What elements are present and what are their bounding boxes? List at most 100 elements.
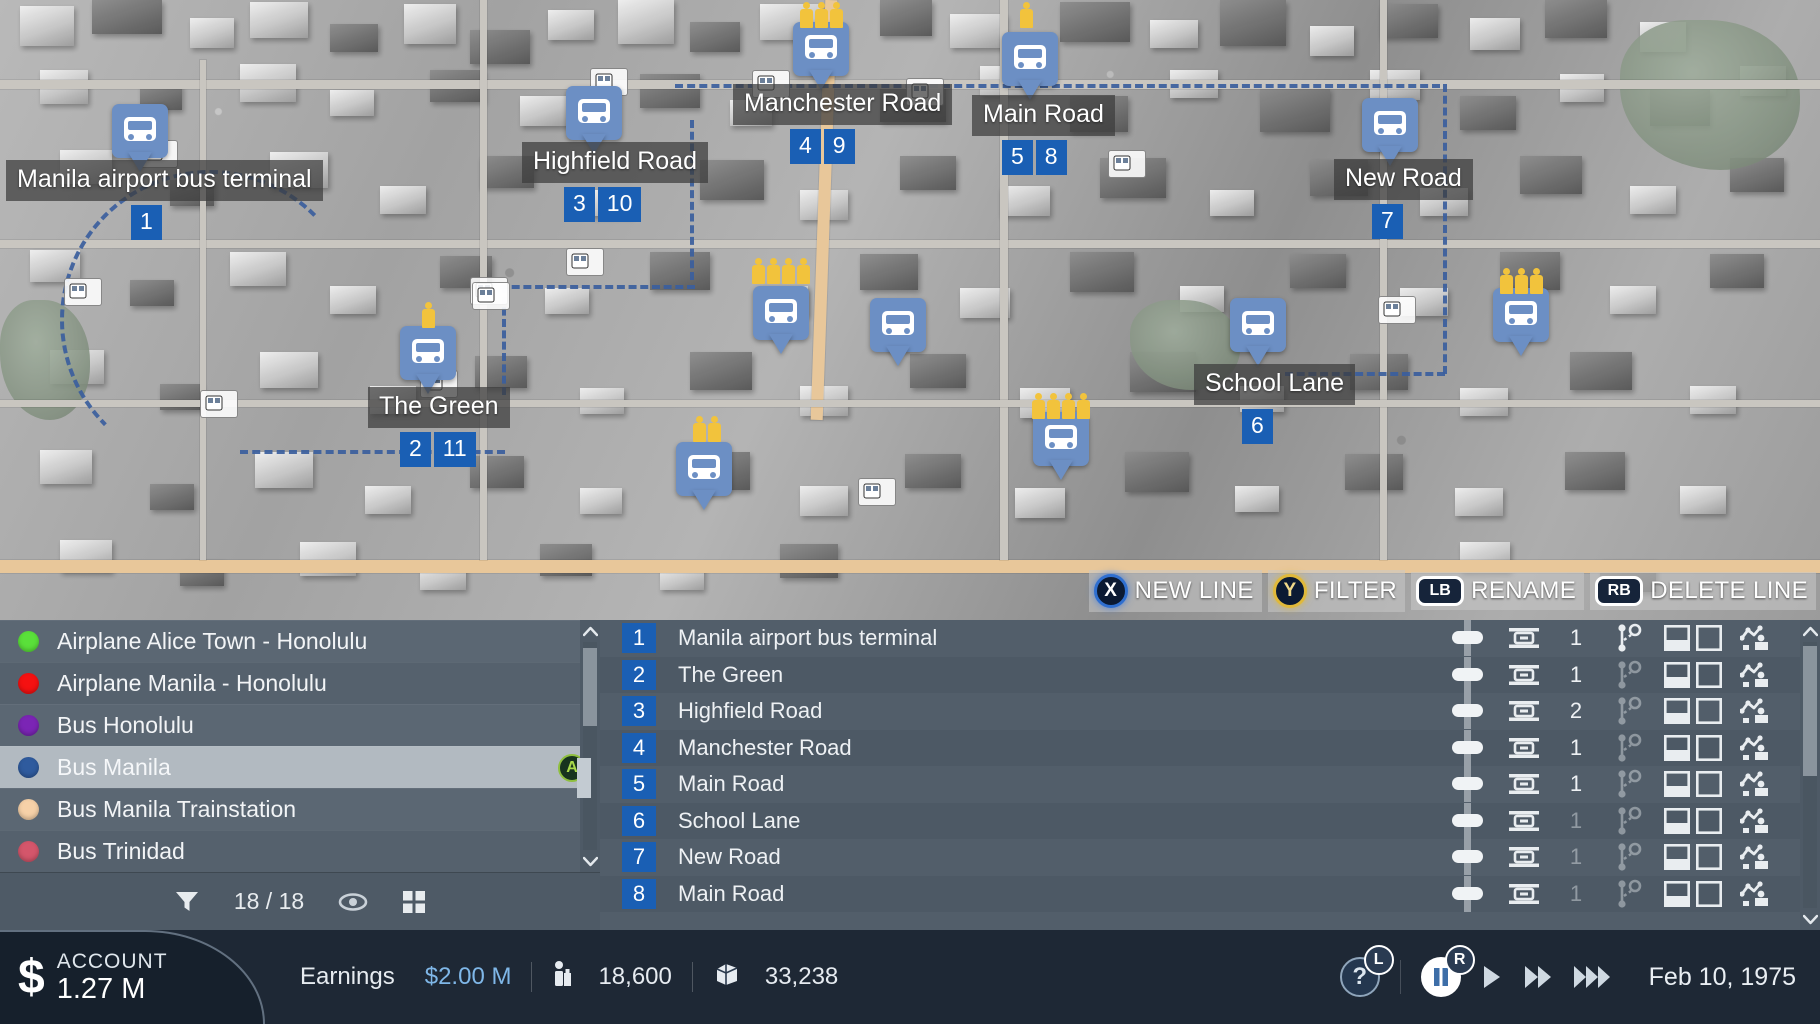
stops-scrollbar[interactable]	[1800, 620, 1820, 930]
passenger-waiting-icon[interactable]	[1730, 735, 1780, 761]
platform-icon[interactable]	[1498, 844, 1550, 870]
position-slider[interactable]	[1436, 729, 1498, 766]
route-branch-icon[interactable]	[1602, 623, 1656, 653]
stop-marker-small[interactable]	[858, 478, 896, 506]
lines-scroll-area[interactable]: Airplane Alice Town - Honolulu Airplane …	[0, 620, 600, 872]
passenger-waiting-icon[interactable]	[1730, 808, 1780, 834]
hint-new-line[interactable]: X NEW LINE	[1088, 570, 1262, 612]
map-stop-label-highfield-road[interactable]: Highfield Road 3 10	[522, 142, 708, 222]
toggle-box-filled[interactable]	[1664, 844, 1690, 871]
map-label-number[interactable]: 3	[564, 187, 595, 222]
hint-filter[interactable]: Y FILTER	[1267, 570, 1406, 612]
passenger-waiting-icon[interactable]	[1730, 662, 1780, 688]
scrollbar-thumb[interactable]	[583, 648, 597, 726]
platform-icon[interactable]	[1498, 662, 1550, 688]
route-branch-icon[interactable]	[1602, 733, 1656, 763]
map-label-number[interactable]: 9	[823, 129, 855, 164]
stop-marker-small[interactable]	[1378, 296, 1416, 324]
table-row[interactable]: 5 Main Road 1	[600, 766, 1820, 803]
line-stops-panel[interactable]: 1 Manila airport bus terminal 1 2 The Gr…	[600, 620, 1820, 930]
passenger-waiting-icon[interactable]	[1730, 881, 1780, 907]
route-branch-icon[interactable]	[1602, 879, 1656, 909]
map-stop-label-manchester-road[interactable]: Manchester Road 4 9	[733, 84, 953, 164]
stop-marker-small[interactable]	[472, 282, 510, 310]
city-map[interactable]: Manila airport bus terminal 1 Highfield …	[0, 0, 1820, 620]
table-row[interactable]: 2 The Green 1	[600, 656, 1820, 693]
table-row[interactable]: 7 New Road 1	[600, 839, 1820, 876]
route-branch-icon[interactable]	[1602, 842, 1656, 872]
map-label-number[interactable]: 10	[597, 187, 642, 222]
toggle-box-filled[interactable]	[1664, 771, 1690, 798]
pause-button[interactable]: R	[1420, 945, 1475, 997]
map-stop-label-the-green[interactable]: The Green 2 11	[368, 387, 510, 467]
scrollbar-track[interactable]	[1803, 642, 1817, 908]
route-branch-icon[interactable]	[1602, 660, 1656, 690]
list-item-selected[interactable]: Bus Manila A	[0, 746, 600, 788]
platform-icon[interactable]	[1498, 735, 1550, 761]
toggle-box-empty[interactable]	[1696, 734, 1722, 761]
passenger-waiting-icon[interactable]	[1730, 771, 1780, 797]
stop-marker-small[interactable]	[64, 278, 102, 306]
toggle-box-filled[interactable]	[1664, 880, 1690, 907]
map-stop-label-main-road[interactable]: Main Road 5 8	[972, 95, 1115, 175]
list-item[interactable]: Airplane Alice Town - Honolulu	[0, 620, 600, 662]
bus-stop-pin[interactable]	[1002, 32, 1058, 100]
map-label-number[interactable]: 4	[790, 129, 821, 164]
map-label-number[interactable]: 5	[1002, 140, 1033, 175]
help-button[interactable]: ? L	[1339, 945, 1394, 997]
route-branch-icon[interactable]	[1602, 769, 1656, 799]
toggle-box-empty[interactable]	[1696, 698, 1722, 725]
scrollbar-thumb[interactable]	[1803, 646, 1817, 776]
map-stop-label-school-lane[interactable]: School Lane 6	[1194, 364, 1356, 444]
map-stop-label-manila-airport-bus-terminal[interactable]: Manila airport bus terminal 1	[6, 160, 323, 240]
position-slider[interactable]	[1436, 875, 1498, 912]
toggle-box-empty[interactable]	[1696, 880, 1722, 907]
list-item[interactable]: Bus Manila Trainstation	[0, 788, 600, 830]
platform-icon[interactable]	[1498, 698, 1550, 724]
hint-delete-line[interactable]: RB DELETE LINE	[1590, 572, 1816, 610]
platform-icon[interactable]	[1498, 808, 1550, 834]
toggle-box-filled[interactable]	[1664, 698, 1690, 725]
toggle-box-filled[interactable]	[1664, 807, 1690, 834]
scrollbar-track[interactable]	[577, 642, 597, 850]
fast-forward-button[interactable]	[1523, 965, 1553, 989]
platform-icon[interactable]	[1498, 625, 1550, 651]
platform-icon[interactable]	[1498, 771, 1550, 797]
toggle-box-empty[interactable]	[1696, 807, 1722, 834]
bus-stop-pin[interactable]	[753, 286, 809, 354]
position-slider[interactable]	[1436, 839, 1498, 876]
bus-stop-pin[interactable]	[400, 326, 456, 394]
scrollbar-thumb-secondary[interactable]	[577, 758, 591, 798]
bus-stop-pin[interactable]	[870, 298, 926, 366]
map-label-number[interactable]: 8	[1035, 140, 1067, 175]
position-slider[interactable]	[1436, 656, 1498, 693]
route-branch-icon[interactable]	[1602, 806, 1656, 836]
position-slider[interactable]	[1436, 766, 1498, 803]
bus-stop-pin[interactable]	[676, 442, 732, 510]
map-label-number[interactable]: 1	[131, 205, 162, 240]
toggle-box-empty[interactable]	[1696, 661, 1722, 688]
table-row-partial[interactable]: 8 Main Road 1	[600, 875, 1820, 912]
toggle-box-filled[interactable]	[1664, 625, 1690, 652]
table-row[interactable]: 6 School Lane 1	[600, 802, 1820, 839]
map-label-number[interactable]: 7	[1372, 204, 1403, 239]
map-label-number[interactable]: 6	[1242, 409, 1273, 444]
toggle-box-empty[interactable]	[1696, 625, 1722, 652]
list-item[interactable]: Airplane Manila - Honolulu	[0, 662, 600, 704]
table-row[interactable]: 4 Manchester Road 1	[600, 729, 1820, 766]
scroll-down-icon[interactable]	[1800, 908, 1820, 930]
stop-marker-small[interactable]	[200, 390, 238, 418]
grid-icon[interactable]	[402, 890, 426, 914]
filter-icon[interactable]	[174, 889, 200, 915]
bus-stop-pin[interactable]	[1362, 98, 1418, 166]
toggle-box-empty[interactable]	[1696, 771, 1722, 798]
table-row[interactable]: 1 Manila airport bus terminal 1	[600, 620, 1820, 657]
bus-stop-pin[interactable]	[793, 22, 849, 90]
toggle-box-empty[interactable]	[1696, 844, 1722, 871]
play-button[interactable]	[1481, 965, 1503, 989]
route-branch-icon[interactable]	[1602, 696, 1656, 726]
stop-marker-small[interactable]	[566, 248, 604, 276]
bus-stop-pin[interactable]	[1230, 298, 1286, 366]
passenger-waiting-icon[interactable]	[1730, 625, 1780, 651]
scroll-up-icon[interactable]	[1800, 620, 1820, 642]
